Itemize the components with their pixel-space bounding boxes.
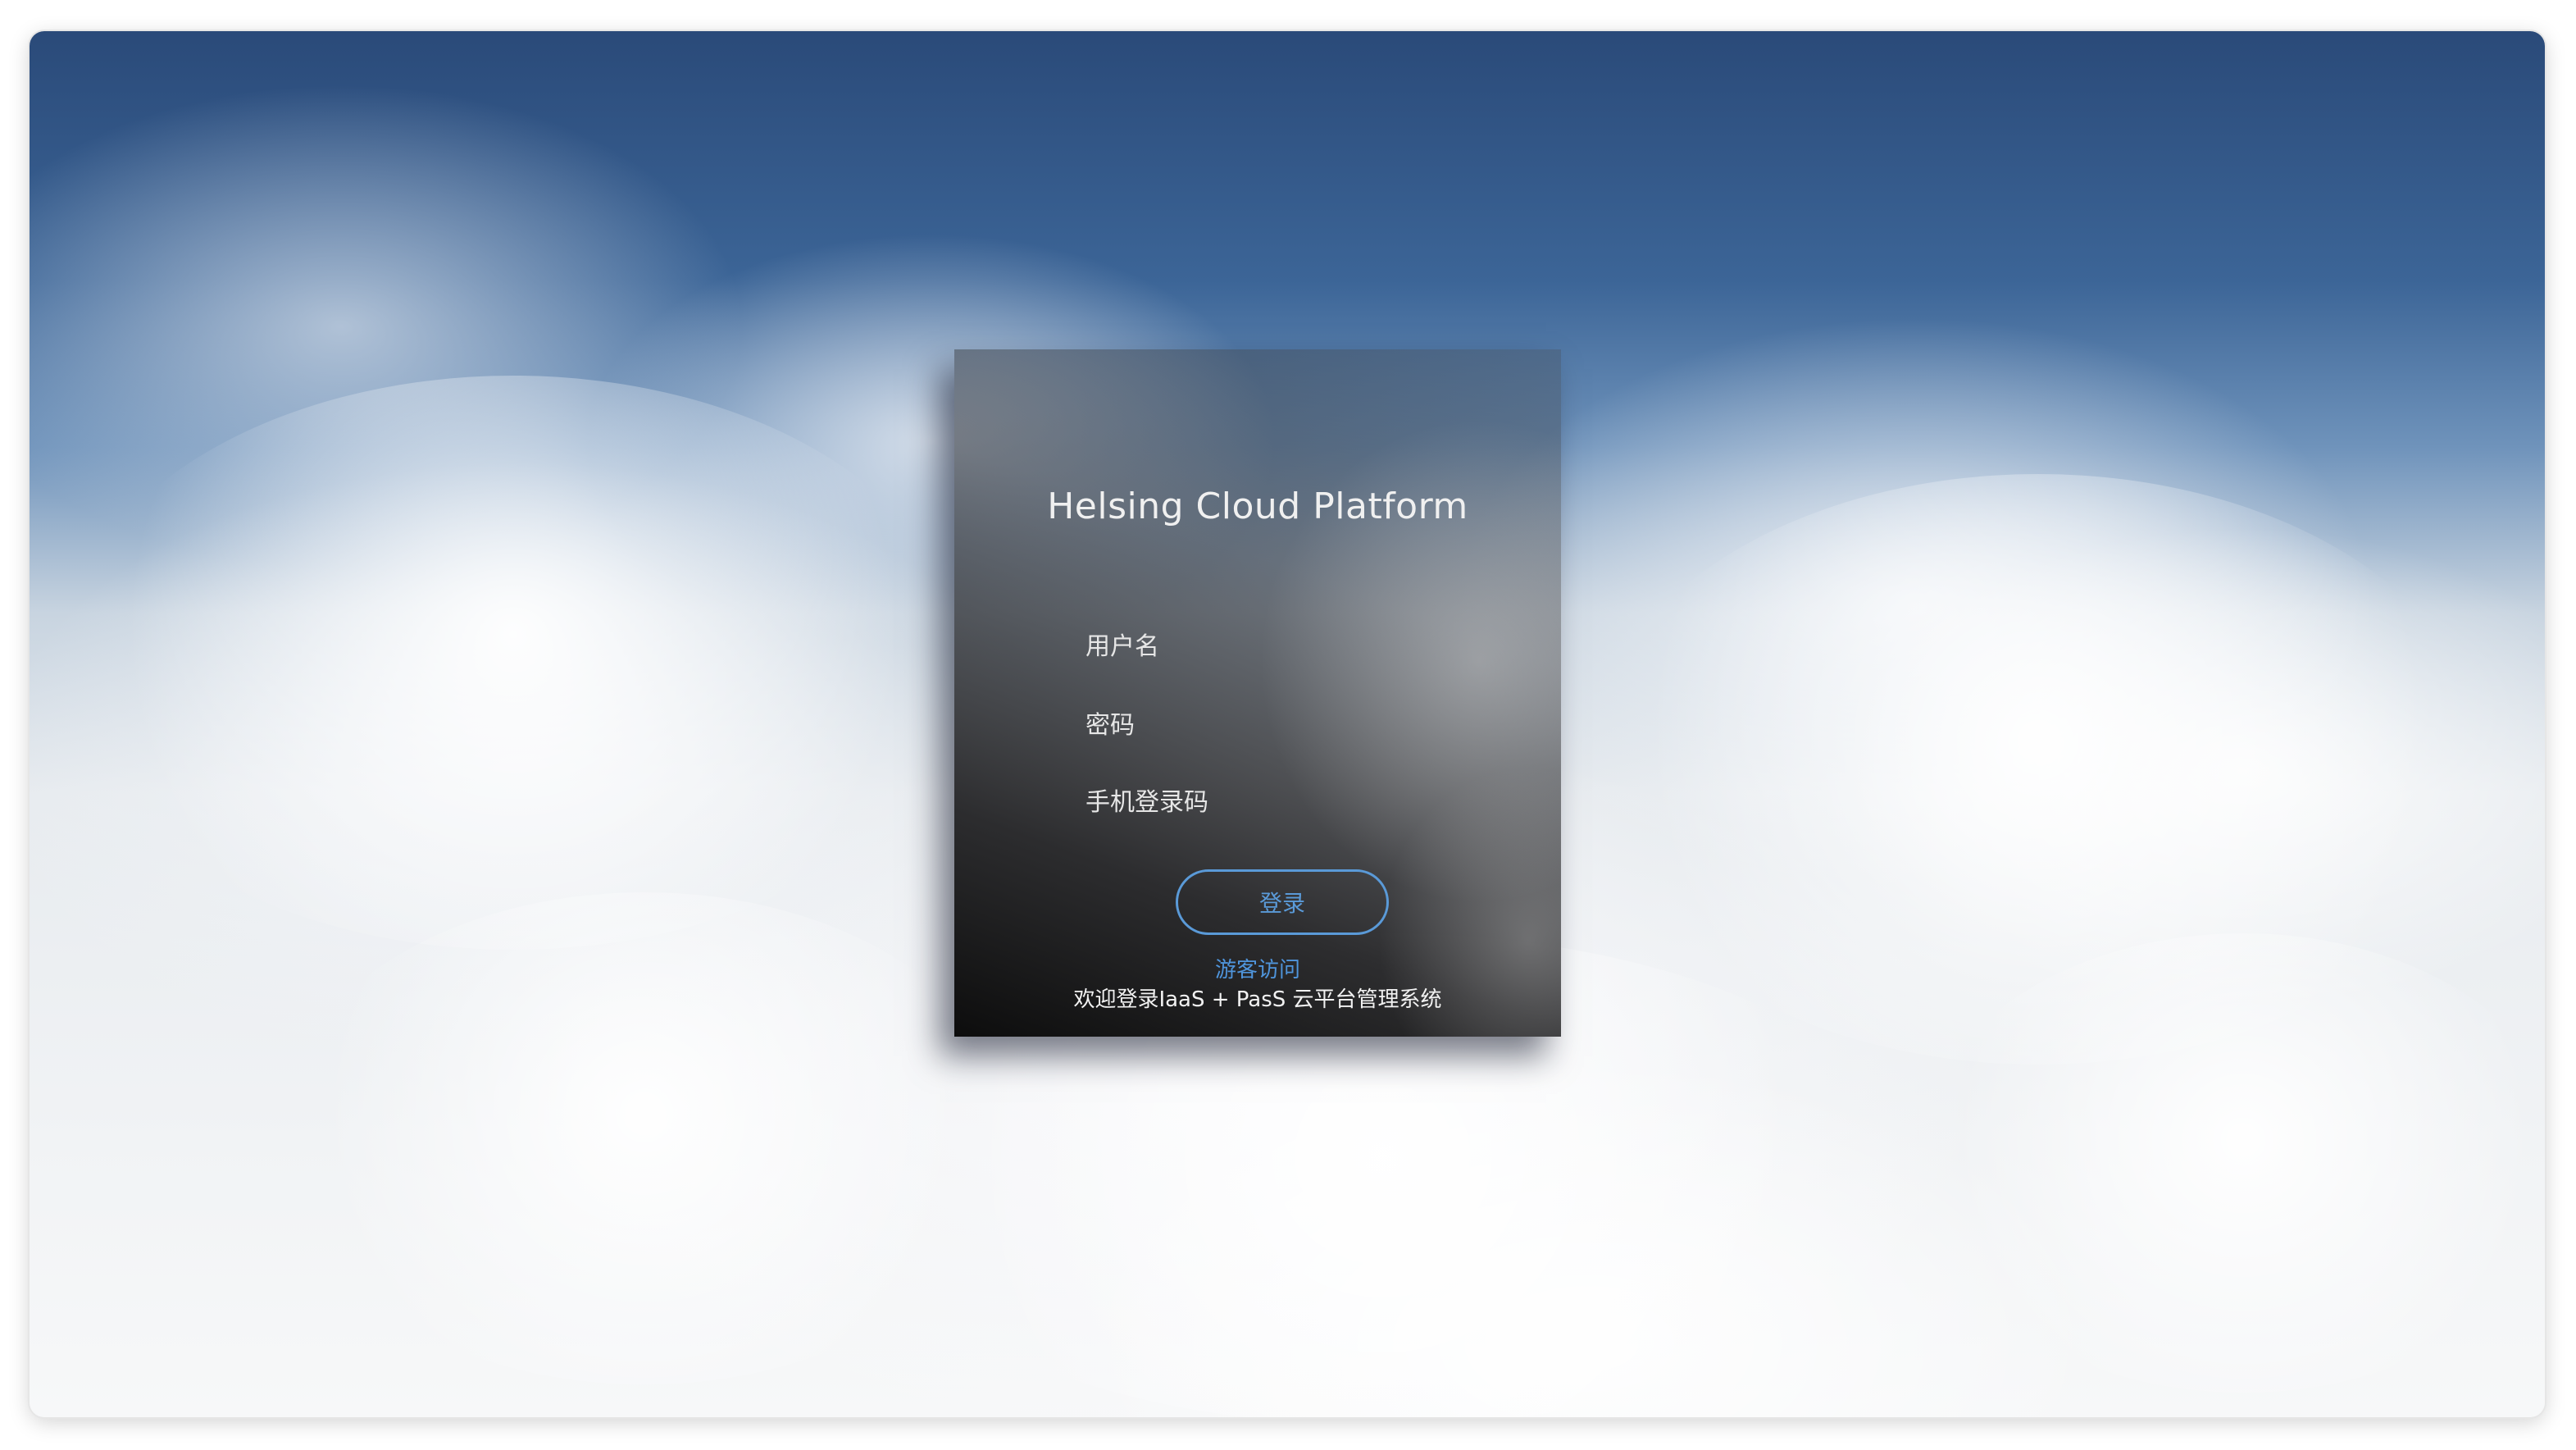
- platform-title: Helsing Cloud Platform: [1047, 486, 1468, 527]
- background-cloud: [1915, 933, 2545, 1393]
- username-field[interactable]: [1084, 623, 1448, 669]
- password-input[interactable]: [1084, 702, 1448, 748]
- background-cloud: [62, 376, 964, 950]
- username-input[interactable]: [1084, 623, 1448, 669]
- password-field[interactable]: [1084, 702, 1448, 748]
- login-card: Helsing Cloud Platform 登录 游客访问 欢迎登录IaaS …: [954, 349, 1561, 1037]
- sms-code-field[interactable]: [1084, 779, 1448, 825]
- guest-access-link[interactable]: 游客访问: [954, 953, 1561, 983]
- background-cloud: [1587, 474, 2489, 1065]
- welcome-message: 欢迎登录IaaS + PasS 云平台管理系统: [1073, 987, 1442, 1012]
- login-button[interactable]: 登录: [1176, 869, 1389, 935]
- background-cloud: [275, 892, 1013, 1384]
- sms-code-input[interactable]: [1084, 779, 1448, 825]
